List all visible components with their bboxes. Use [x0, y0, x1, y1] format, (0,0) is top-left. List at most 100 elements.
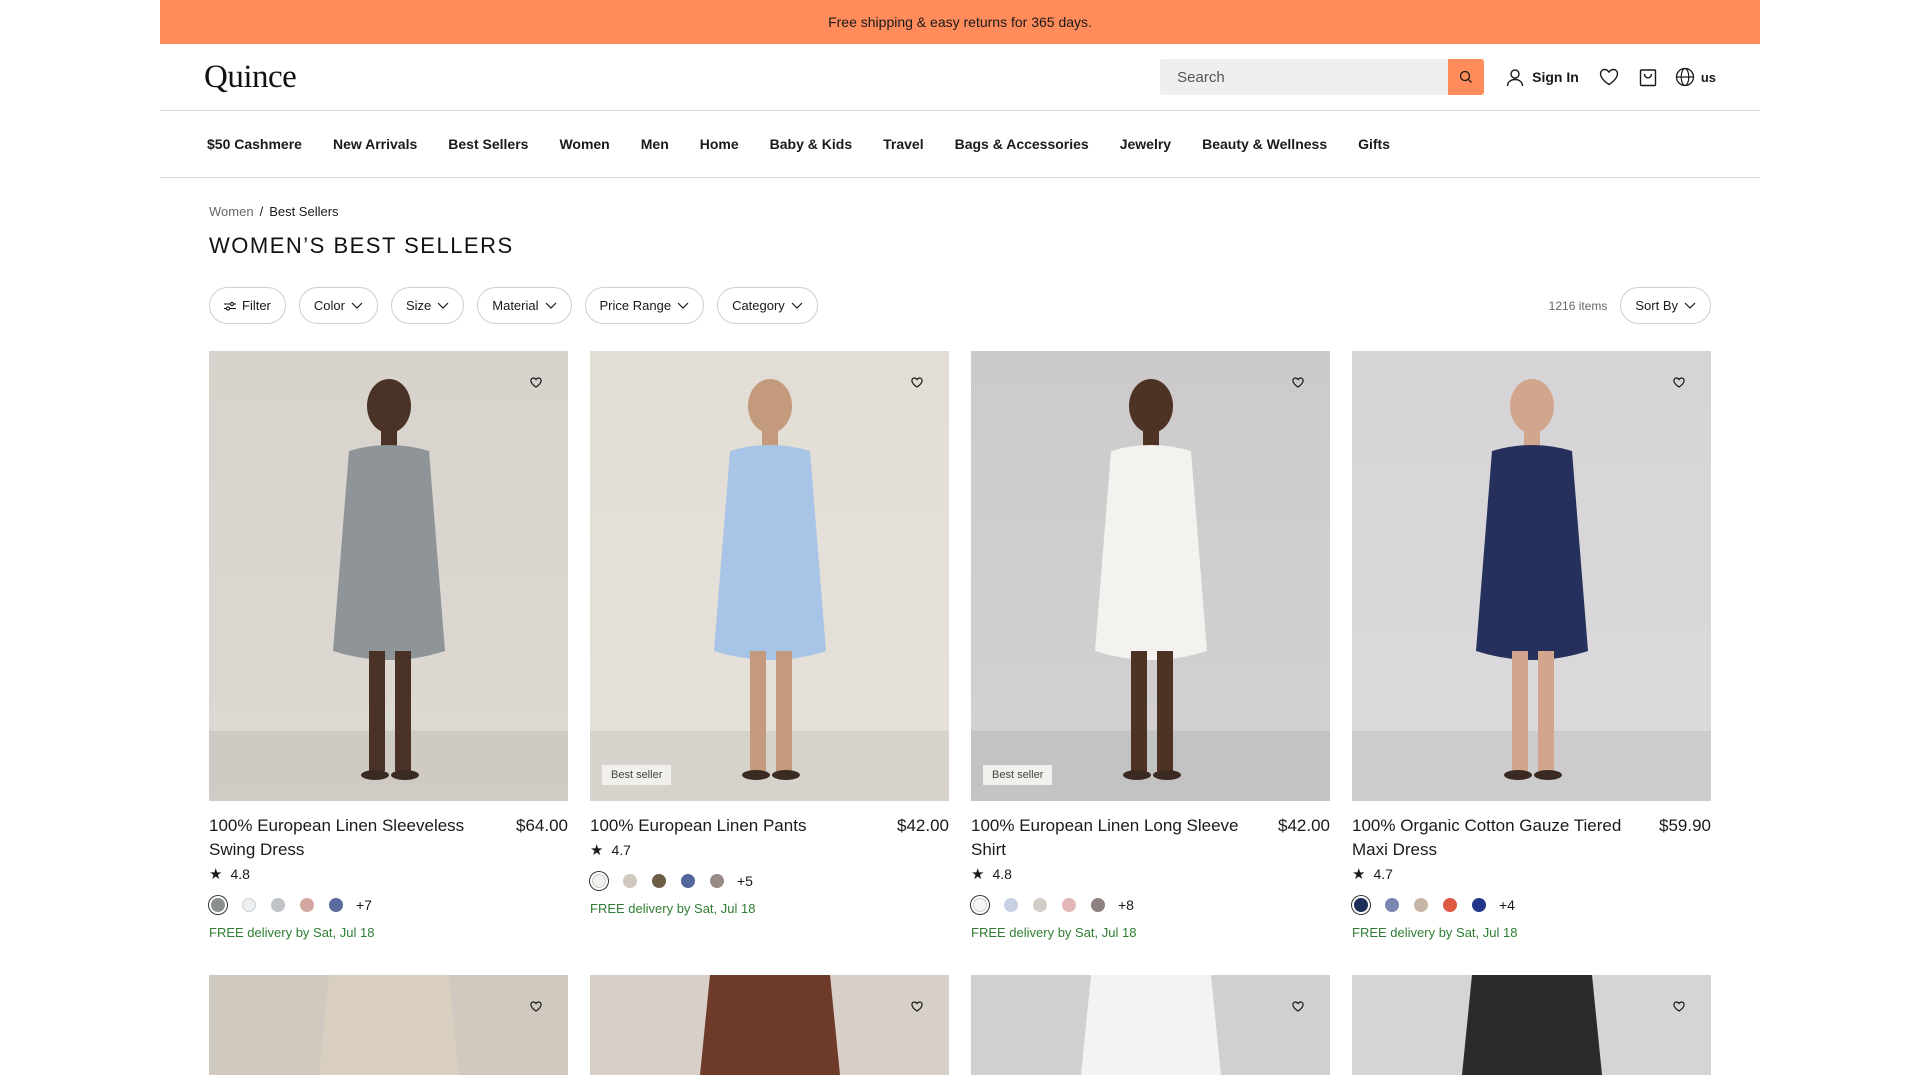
color-swatch[interactable] — [710, 874, 724, 888]
product-name[interactable]: 100% European Linen Pants — [590, 814, 860, 838]
color-swatches: +8 — [971, 895, 1330, 915]
color-swatch[interactable] — [1472, 898, 1486, 912]
cart-button[interactable] — [1639, 68, 1657, 87]
color-swatch[interactable] — [1091, 898, 1105, 912]
product-card[interactable]: Best seller 100% European Linen Long Sle… — [971, 351, 1330, 940]
favorite-button[interactable] — [1292, 375, 1304, 393]
color-swatch[interactable] — [652, 874, 666, 888]
favorite-button[interactable] — [911, 999, 923, 1017]
wishlist-button[interactable] — [1599, 68, 1619, 86]
more-colors-count[interactable]: +4 — [1499, 897, 1515, 913]
heart-icon — [1673, 1001, 1685, 1012]
locale-selector[interactable]: us — [1675, 67, 1716, 87]
nav-item-best-sellers[interactable]: Best Sellers — [448, 136, 528, 152]
color-swatch[interactable] — [329, 898, 343, 912]
nav-item-beauty-wellness[interactable]: Beauty & Wellness — [1202, 136, 1327, 152]
product-image[interactable] — [1352, 975, 1711, 1075]
nav-item-home[interactable]: Home — [700, 136, 739, 152]
color-swatch[interactable] — [1414, 898, 1428, 912]
color-swatch[interactable] — [1354, 898, 1368, 912]
product-card[interactable] — [1352, 975, 1711, 1075]
product-card[interactable]: 100% Organic Cotton Gauze Tiered Maxi Dr… — [1352, 351, 1711, 940]
heart-icon — [1599, 68, 1619, 86]
color-swatch[interactable] — [1004, 898, 1018, 912]
product-title-row: 100% European Linen Pants $42.00 — [590, 814, 949, 838]
product-grid: 100% European Linen Sleeveless Swing Dre… — [209, 351, 1711, 940]
search-input[interactable] — [1160, 59, 1449, 95]
color-dropdown[interactable]: Color — [298, 287, 378, 324]
material-dropdown[interactable]: Material — [477, 287, 572, 324]
product-image[interactable] — [209, 975, 568, 1075]
more-colors-count[interactable]: +7 — [356, 897, 372, 913]
sort-dropdown[interactable]: Sort By — [1620, 287, 1711, 324]
product-image[interactable] — [209, 351, 568, 801]
product-name[interactable]: 100% European Linen Long Sleeve Shirt — [971, 814, 1241, 862]
price-range-dropdown[interactable]: Price Range — [584, 287, 705, 324]
color-swatch[interactable] — [973, 898, 987, 912]
product-card[interactable] — [971, 975, 1330, 1075]
size-dropdown[interactable]: Size — [390, 287, 465, 324]
nav-item-jewelry[interactable]: Jewelry — [1120, 136, 1171, 152]
nav-item-women[interactable]: Women — [559, 136, 609, 152]
color-swatch[interactable] — [1443, 898, 1457, 912]
nav-item-baby-kids[interactable]: Baby & Kids — [770, 136, 852, 152]
more-colors-count[interactable]: +8 — [1118, 897, 1134, 913]
model-illustration — [590, 379, 949, 801]
product-name[interactable]: 100% European Linen Sleeveless Swing Dre… — [209, 814, 479, 862]
product-card[interactable]: Best seller 100% European Linen Pants $4… — [590, 351, 949, 940]
model-garment — [700, 975, 840, 1075]
product-card[interactable] — [209, 975, 568, 1075]
filter-bar: Filter Color Size Material Price Range C… — [209, 287, 1711, 324]
product-card[interactable]: 100% European Linen Sleeveless Swing Dre… — [209, 351, 568, 940]
product-image[interactable]: Best seller — [590, 351, 949, 801]
product-image[interactable] — [971, 975, 1330, 1075]
color-swatch[interactable] — [211, 898, 225, 912]
nav-item-travel[interactable]: Travel — [883, 136, 923, 152]
filter-button[interactable]: Filter — [209, 287, 286, 324]
nav-item-gifts[interactable]: Gifts — [1358, 136, 1390, 152]
nav-item-men[interactable]: Men — [641, 136, 669, 152]
product-image[interactable]: Best seller — [971, 351, 1330, 801]
favorite-button[interactable] — [1673, 375, 1685, 393]
model-shoe-right — [391, 770, 419, 780]
more-colors-count[interactable]: +5 — [737, 873, 753, 889]
favorite-button[interactable] — [911, 375, 923, 393]
user-icon — [1506, 68, 1524, 86]
favorite-button[interactable] — [530, 375, 542, 393]
model-neck — [381, 429, 397, 447]
sign-in-link[interactable]: Sign In — [1506, 68, 1579, 87]
heart-icon — [530, 1001, 542, 1012]
color-swatch[interactable] — [1033, 898, 1047, 912]
color-swatch[interactable] — [681, 874, 695, 888]
color-swatch[interactable] — [242, 898, 256, 912]
favorite-button[interactable] — [1292, 999, 1304, 1017]
logo[interactable]: Quince — [204, 59, 297, 96]
price-range-dropdown-label: Price Range — [599, 298, 672, 313]
model-illustration — [700, 975, 840, 1075]
color-swatch[interactable] — [1062, 898, 1076, 912]
product-image[interactable] — [1352, 351, 1711, 801]
color-swatch[interactable] — [300, 898, 314, 912]
nav-item-new-arrivals[interactable]: New Arrivals — [333, 136, 417, 152]
page: Free shipping & easy returns for 365 day… — [0, 0, 1920, 1080]
site-frame: Free shipping & easy returns for 365 day… — [160, 0, 1760, 1080]
model-neck — [1524, 429, 1540, 447]
color-swatch[interactable] — [1385, 898, 1399, 912]
floor-shade — [209, 731, 568, 801]
nav-item-cashmere[interactable]: $50 Cashmere — [207, 136, 302, 152]
model-shoe-left — [1123, 770, 1151, 780]
color-swatch[interactable] — [271, 898, 285, 912]
search-button[interactable] — [1448, 59, 1485, 95]
favorite-button[interactable] — [530, 999, 542, 1017]
favorite-button[interactable] — [1673, 999, 1685, 1017]
product-image[interactable] — [590, 975, 949, 1075]
heart-icon — [1292, 377, 1304, 388]
breadcrumb-women[interactable]: Women — [209, 204, 254, 219]
color-swatch[interactable] — [592, 874, 606, 888]
category-dropdown[interactable]: Category — [717, 287, 818, 324]
product-card[interactable] — [590, 975, 949, 1075]
nav-item-bags-accessories[interactable]: Bags & Accessories — [955, 136, 1089, 152]
color-swatch[interactable] — [623, 874, 637, 888]
model-neck — [762, 429, 778, 447]
product-name[interactable]: 100% Organic Cotton Gauze Tiered Maxi Dr… — [1352, 814, 1622, 862]
